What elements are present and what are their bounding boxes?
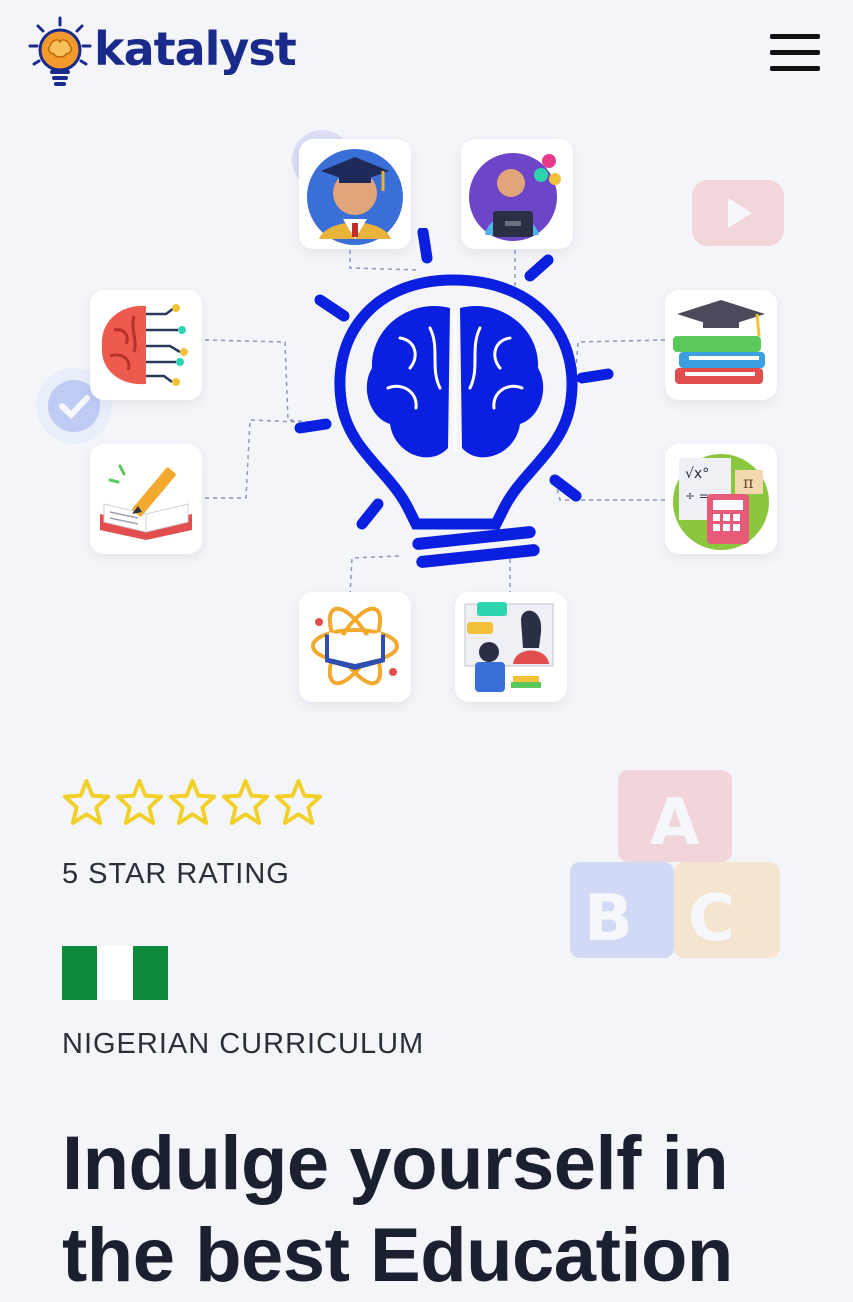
- svg-text:÷ =: ÷ =: [685, 489, 709, 503]
- flag-stripe: [62, 946, 98, 1000]
- writing-book-icon: [90, 444, 202, 554]
- ai-brain-icon: [90, 290, 202, 400]
- math-calculator-icon: √x° ÷ = π: [665, 444, 777, 554]
- logo-bulb-icon: [28, 16, 92, 86]
- star-icon: [221, 778, 270, 826]
- books-graduation-cap-icon: [665, 290, 777, 400]
- curriculum-label: NIGERIAN CURRICULUM: [62, 1028, 425, 1060]
- star-rating: [62, 778, 323, 827]
- star-icon: [62, 778, 111, 826]
- classroom-teacher-icon: [455, 592, 567, 702]
- logo[interactable]: katalyst: [28, 16, 297, 88]
- nigeria-flag-icon: [62, 946, 168, 1000]
- abc-blocks-icon: A B C: [570, 770, 780, 958]
- svg-text:√x°: √x°: [685, 466, 709, 482]
- graduate-icon: [299, 139, 411, 249]
- flag-stripe: [97, 946, 133, 1000]
- online-teacher-icon: [461, 139, 573, 249]
- header: katalyst: [0, 0, 853, 110]
- svg-text:B: B: [584, 882, 633, 956]
- svg-text:π: π: [743, 473, 754, 492]
- rating-label: 5 STAR RATING: [62, 858, 290, 890]
- svg-text:C: C: [688, 882, 735, 956]
- star-icon: [274, 778, 323, 826]
- star-icon: [115, 778, 164, 826]
- hero-illustration: √x° ÷ = π A B C: [0, 110, 853, 958]
- flag-stripe: [132, 946, 168, 1000]
- hamburger-menu-icon[interactable]: [764, 30, 824, 76]
- star-icon: [168, 778, 217, 826]
- science-book-atom-icon: [299, 592, 411, 702]
- svg-text:A: A: [650, 786, 700, 860]
- hero-headline: Indulge yourself in the best Education: [62, 1121, 733, 1298]
- logo-text: katalyst: [94, 22, 297, 76]
- lightbulb-brain-icon: [294, 228, 614, 568]
